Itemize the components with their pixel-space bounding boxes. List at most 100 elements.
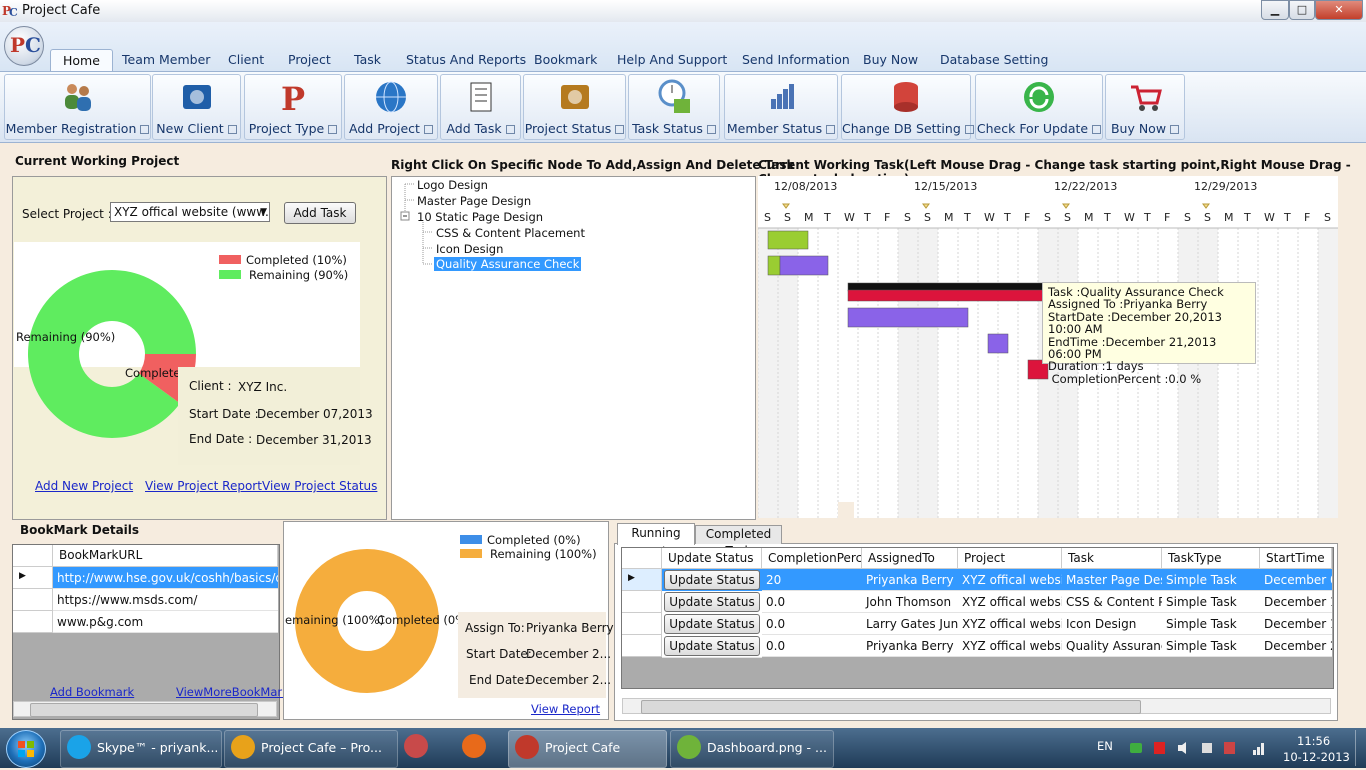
cell-project[interactable]: XYZ offical websi...: [958, 613, 1062, 635]
ribbon-button-member-registration[interactable]: Member Registration: [4, 74, 151, 140]
bookmark-url-cell[interactable]: www.p&g.com: [53, 611, 278, 633]
clock-date[interactable]: 10-12-2013: [1283, 750, 1350, 764]
show-desktop-button[interactable]: [1355, 730, 1366, 766]
row-header[interactable]: [622, 591, 662, 613]
bookmark-column-header[interactable]: BookMarkURL: [53, 545, 278, 567]
cell-project[interactable]: XYZ offical websi...: [958, 635, 1062, 657]
row-header[interactable]: [622, 613, 662, 635]
dialog-launcher-icon[interactable]: [1170, 125, 1180, 134]
column-header-starttime[interactable]: StartTime: [1260, 548, 1332, 569]
dialog-launcher-icon[interactable]: [140, 125, 150, 134]
cell-assignedto[interactable]: Larry Gates Junior: [862, 613, 958, 635]
close-button[interactable]: ✕: [1315, 0, 1363, 20]
taskbar-item[interactable]: Dashboard.png - ...: [670, 730, 834, 768]
add-task-button[interactable]: Add Task: [284, 202, 356, 224]
cell-tasktype[interactable]: Simple Task: [1162, 613, 1260, 635]
maximize-button[interactable]: □: [1289, 0, 1315, 20]
dialog-launcher-icon[interactable]: [615, 125, 625, 134]
row-header[interactable]: ▶: [13, 567, 53, 589]
cell-task[interactable]: Icon Design: [1062, 613, 1162, 635]
cell-completionpercent[interactable]: 0.0: [762, 591, 862, 613]
add-new-project-link[interactable]: Add New Project: [35, 479, 133, 493]
tree-node[interactable]: Logo Design: [417, 178, 488, 192]
cell-starttime[interactable]: December 18: [1260, 613, 1332, 635]
dialog-launcher-icon[interactable]: [706, 125, 716, 134]
view-project-status-link[interactable]: View Project Status: [262, 479, 377, 493]
bookmark-url-cell[interactable]: https://www.msds.com/: [53, 589, 278, 611]
ribbon-button-check-for-update[interactable]: Check For Update: [975, 74, 1103, 140]
dialog-launcher-icon[interactable]: [505, 125, 515, 134]
taskbar-item[interactable]: [400, 730, 432, 766]
tree-node[interactable]: 10 Static Page Design: [417, 210, 543, 224]
language-indicator[interactable]: EN: [1097, 739, 1113, 753]
tree-node[interactable]: Master Page Design: [417, 194, 531, 208]
taskbar-item[interactable]: Project Cafe – Pro...: [224, 730, 398, 768]
ribbon-button-task-status[interactable]: Task Status: [628, 74, 720, 140]
app-menu-button[interactable]: PC: [4, 26, 44, 66]
ribbon-button-buy-now[interactable]: Buy Now: [1105, 74, 1185, 140]
cell-tasktype[interactable]: Simple Task: [1162, 591, 1260, 613]
cell-tasktype[interactable]: Simple Task: [1162, 569, 1260, 591]
task-bar-master-page-design[interactable]: [779, 255, 829, 276]
cell-assignedto[interactable]: Priyanka Berry: [862, 569, 958, 591]
taskbar-item[interactable]: Skype™ - priyank...: [60, 730, 222, 768]
cell-completionpercent[interactable]: 20: [762, 569, 862, 591]
ribbon-button-member-status[interactable]: Member Status: [724, 74, 838, 140]
task-bar-icon-design[interactable]: [987, 333, 1009, 354]
taskbar-item[interactable]: [458, 730, 490, 766]
tree-node-selected[interactable]: Quality Assurance Check: [434, 257, 582, 271]
view-project-report-link[interactable]: View Project Report: [145, 479, 262, 493]
tab-team-member[interactable]: Team Member: [110, 49, 222, 71]
ribbon-button-change-db-setting[interactable]: Change DB Setting: [841, 74, 974, 140]
tree-node[interactable]: Icon Design: [436, 242, 503, 256]
ribbon-button-project-type[interactable]: P Project Type: [244, 74, 342, 140]
cell-task[interactable]: Quality Assuranc...: [1062, 635, 1162, 657]
column-header-assignedto[interactable]: AssignedTo: [862, 548, 958, 569]
column-header-task[interactable]: Task: [1062, 548, 1162, 569]
tab-home[interactable]: Home: [50, 49, 113, 72]
cell-completionpercent[interactable]: 0.0: [762, 635, 862, 657]
tab-completed-task[interactable]: Completed Task: [695, 525, 782, 558]
tab-project[interactable]: Project: [276, 49, 343, 71]
tab-running-task[interactable]: Running Task: [617, 523, 695, 559]
bookmark-url-cell[interactable]: http://www.hse.gov.uk/coshh/basics/datas…: [53, 567, 278, 589]
scrollbar-thumb[interactable]: [30, 703, 258, 717]
cell-project[interactable]: XYZ offical websi...: [958, 569, 1062, 591]
scrollbar-thumb[interactable]: [641, 700, 1141, 714]
system-tray-icons[interactable]: [1128, 740, 1246, 756]
dialog-launcher-icon[interactable]: [423, 125, 433, 134]
ribbon-button-add-task[interactable]: Add Task: [440, 74, 521, 140]
start-button[interactable]: [6, 730, 46, 768]
cell-starttime[interactable]: December 07: [1260, 569, 1332, 591]
task-bar-master-page-progress[interactable]: [767, 255, 781, 276]
column-header-project[interactable]: Project: [958, 548, 1062, 569]
cell-task[interactable]: Master Page Desi...: [1062, 569, 1162, 591]
tab-buy-now[interactable]: Buy Now: [851, 49, 930, 71]
add-bookmark-link[interactable]: Add Bookmark: [50, 685, 134, 699]
taskbar-item[interactable]: Project Cafe: [508, 730, 667, 768]
cell-assignedto[interactable]: John Thomson: [862, 591, 958, 613]
cell-task[interactable]: CSS & Content Pl...: [1062, 591, 1162, 613]
ribbon-button-new-client[interactable]: New Client: [152, 74, 241, 140]
dialog-launcher-icon[interactable]: [964, 125, 974, 134]
bookmark-horizontal-scrollbar[interactable]: [13, 701, 277, 717]
update-status-button[interactable]: Update Status: [664, 636, 760, 656]
update-status-button[interactable]: Update Status: [664, 592, 760, 612]
update-status-button[interactable]: Update Status: [664, 570, 760, 590]
tab-status-and-reports[interactable]: Status And Reports: [394, 49, 538, 71]
tab-task[interactable]: Task: [342, 49, 393, 71]
minimize-button[interactable]: ▁: [1261, 0, 1289, 20]
cell-project[interactable]: XYZ offical websi...: [958, 591, 1062, 613]
cell-assignedto[interactable]: Priyanka Berry: [862, 635, 958, 657]
task-bar-static-page-design[interactable]: [847, 289, 1049, 302]
tab-help-and-support[interactable]: Help And Support: [605, 49, 739, 71]
clock-time[interactable]: 11:56: [1297, 734, 1330, 748]
ribbon-button-add-project[interactable]: Add Project: [344, 74, 438, 140]
dialog-launcher-icon[interactable]: [1092, 125, 1102, 134]
column-header-update status[interactable]: Update Status: [662, 548, 762, 569]
row-header[interactable]: [13, 589, 53, 611]
row-header[interactable]: [13, 611, 53, 633]
task-bar-logo-design[interactable]: [767, 230, 809, 250]
row-header[interactable]: [622, 635, 662, 657]
column-header-completionpercent[interactable]: CompletionPercent: [762, 548, 862, 569]
